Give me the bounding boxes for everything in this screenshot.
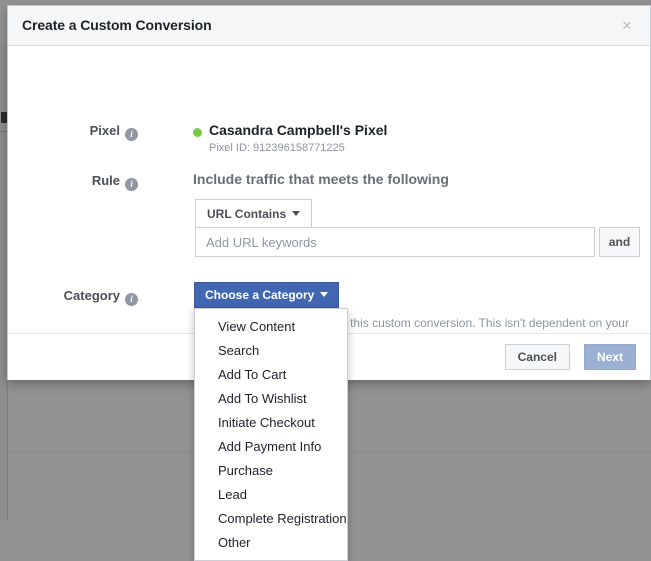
pixel-field-label: Pixeli [18, 123, 138, 141]
url-condition-dropdown[interactable]: URL Contains [195, 199, 312, 227]
cancel-button[interactable]: Cancel [505, 344, 570, 370]
next-button[interactable]: Next [584, 344, 636, 370]
create-custom-conversion-dialog: Create a Custom Conversion × Pixeli Casa… [7, 5, 651, 380]
info-icon[interactable]: i [125, 128, 138, 141]
menu-item[interactable]: Add To Wishlist [195, 387, 347, 411]
close-icon[interactable]: × [614, 13, 640, 39]
menu-item[interactable]: View Content [195, 315, 347, 339]
chevron-down-icon [292, 211, 300, 216]
chevron-down-icon [320, 292, 328, 297]
menu-item[interactable]: Add To Cart [195, 363, 347, 387]
dialog-body: Pixeli Casandra Campbell's Pixel Pixel I… [8, 46, 650, 333]
menu-item[interactable]: Complete Registration [195, 507, 347, 531]
category-field-label: Category i [18, 288, 138, 306]
menu-item[interactable]: Add Payment Info [195, 435, 347, 459]
rule-label-text: Rule [92, 173, 120, 188]
menu-item[interactable]: Other [195, 531, 347, 555]
pixel-label-text: Pixel [90, 123, 120, 138]
category-dropdown-menu: View Content Search Add To Cart Add To W… [194, 308, 348, 561]
rule-description: Include traffic that meets the following [193, 171, 449, 187]
menu-item[interactable]: Purchase [195, 459, 347, 483]
dialog-header: Create a Custom Conversion × [8, 6, 650, 46]
menu-item[interactable]: Lead [195, 483, 347, 507]
active-status-dot [193, 128, 202, 137]
dialog-title: Create a Custom Conversion [22, 17, 212, 33]
info-icon[interactable]: i [125, 293, 138, 306]
menu-item[interactable]: Search [195, 339, 347, 363]
rule-field-label: Rulei [18, 173, 138, 191]
url-keywords-input[interactable] [195, 227, 595, 257]
url-condition-value: URL Contains [207, 207, 286, 221]
pixel-name: Casandra Campbell's Pixel [209, 122, 387, 138]
and-button[interactable]: and [599, 227, 640, 257]
pixel-id: Pixel ID: 912396158771225 [209, 142, 345, 154]
choose-category-label: Choose a Category [205, 288, 314, 302]
info-icon[interactable]: i [125, 178, 138, 191]
menu-item[interactable]: Initiate Checkout [195, 411, 347, 435]
category-label-text: Category [64, 288, 120, 303]
choose-category-button[interactable]: Choose a Category [194, 282, 339, 308]
